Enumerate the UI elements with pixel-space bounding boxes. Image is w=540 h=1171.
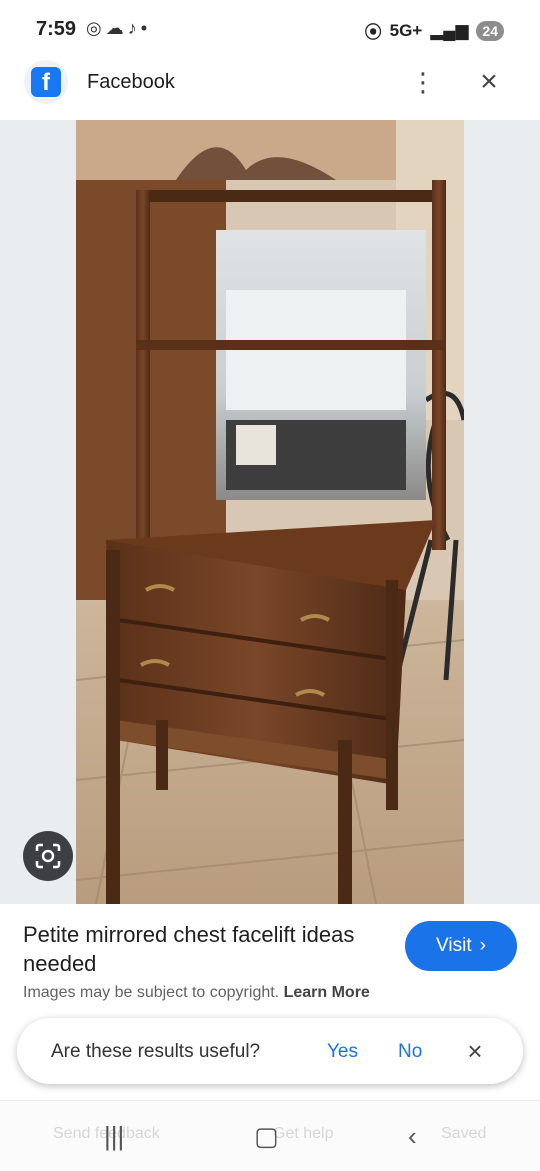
- back-icon[interactable]: ‹: [408, 1121, 417, 1152]
- feedback-close-icon[interactable]: ×: [463, 1034, 487, 1068]
- result-title[interactable]: Petite mirrored chest facelift ideas nee…: [23, 920, 363, 978]
- feedback-card: Are these results useful? Yes No ×: [17, 1018, 523, 1084]
- lens-icon: [35, 843, 61, 869]
- source-header: f Facebook ⋮ ×: [0, 58, 540, 108]
- dot-icon: •: [140, 18, 152, 38]
- feedback-question: Are these results useful?: [51, 1041, 261, 1062]
- feedback-no-button[interactable]: No: [398, 1041, 422, 1063]
- status-time: 7:59: [36, 18, 77, 40]
- close-icon[interactable]: ×: [474, 66, 504, 98]
- facebook-icon: f: [24, 60, 68, 104]
- feedback-yes-button[interactable]: Yes: [327, 1041, 358, 1063]
- more-options-icon[interactable]: ⋮: [410, 66, 436, 98]
- status-right: ⦿ 5G+ ▂▄▆ 24: [365, 18, 504, 43]
- visit-button[interactable]: Visit ›: [405, 921, 517, 971]
- battery-badge: 24: [476, 20, 504, 41]
- status-bar: 7:59 ◎☁♪• ⦿ 5G+ ▂▄▆ 24: [0, 0, 540, 60]
- signal-icon: ▂▄▆: [430, 20, 469, 40]
- google-lens-button[interactable]: [23, 831, 73, 881]
- home-icon[interactable]: ▢: [254, 1121, 279, 1152]
- cloud-icon: ☁: [105, 18, 128, 38]
- result-image[interactable]: [76, 120, 464, 904]
- bottom-bar: Send feedback Get help Saved ||| ▢ ‹: [0, 1100, 540, 1171]
- whatsapp-icon: ◎: [86, 18, 106, 38]
- learn-more-link[interactable]: Learn More: [284, 984, 370, 1001]
- chevron-right-icon: ›: [479, 935, 486, 956]
- image-preview-area: [0, 120, 540, 904]
- copyright-notice: Images may be subject to copyright. Lear…: [23, 984, 370, 1002]
- get-help-link[interactable]: Get help: [273, 1125, 333, 1143]
- tiktok-icon: ♪: [127, 18, 141, 38]
- recent-apps-icon[interactable]: |||: [104, 1121, 124, 1152]
- visit-label: Visit: [436, 935, 472, 956]
- saved-link[interactable]: Saved: [441, 1125, 486, 1143]
- notification-icons: ◎☁♪•: [86, 18, 151, 39]
- mirrored-chest-photo: [76, 120, 464, 904]
- copyright-text: Images may be subject to copyright.: [23, 984, 280, 1001]
- source-title: Facebook: [87, 71, 175, 93]
- location-icon: ⦿: [364, 23, 382, 42]
- network-label: 5G+: [389, 20, 423, 40]
- facebook-logo-letter: f: [31, 67, 61, 97]
